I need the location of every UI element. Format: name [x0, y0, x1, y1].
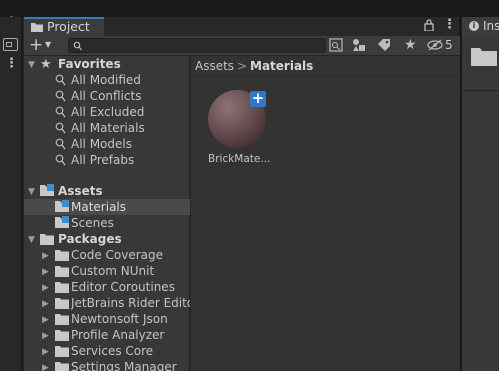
expand-arrow-icon[interactable]: ▶	[42, 363, 49, 371]
package-item[interactable]: Settings Manager	[71, 360, 177, 371]
breadcrumb-separator: >	[237, 59, 248, 73]
add-plus-icon[interactable]: +	[250, 91, 266, 107]
package-item[interactable]: JetBrains Rider Editor	[71, 296, 190, 310]
hidden-packages-icon[interactable]	[427, 39, 443, 51]
favorites-header[interactable]: Favorites	[58, 57, 121, 71]
folder-icon	[55, 265, 69, 280]
favorite-item[interactable]: All Prefabs	[71, 153, 134, 167]
favorites-expand-icon[interactable]: ▼	[28, 60, 35, 70]
assets-expand-icon[interactable]: ▼	[28, 187, 35, 197]
search-icon	[73, 40, 82, 51]
expand-arrow-icon[interactable]: ▶	[42, 267, 49, 277]
folder-icon	[55, 297, 69, 312]
tab-bar	[104, 17, 459, 36]
asset-label[interactable]: BrickMate...	[208, 153, 270, 165]
favorite-item[interactable]: All Conflicts	[71, 89, 141, 103]
package-item[interactable]: Newtonsoft Json	[71, 312, 168, 326]
packages-header[interactable]: Packages	[58, 232, 122, 246]
favorite-item[interactable]: All Excluded	[71, 105, 144, 119]
inspector-folder-icon	[471, 46, 497, 66]
folder-icon	[55, 329, 69, 344]
package-item[interactable]: Services Core	[71, 344, 153, 358]
search-by-window-icon[interactable]	[329, 38, 343, 52]
hidden-count: 5	[445, 38, 453, 52]
search-icon	[55, 74, 66, 89]
folder-icon	[31, 21, 43, 32]
panel-menu-icon[interactable]: ⋮	[443, 18, 456, 31]
folder-icon	[55, 345, 69, 360]
folder-icon	[55, 249, 69, 264]
filter-by-type-icon[interactable]	[352, 38, 366, 52]
info-icon: i	[469, 21, 479, 31]
expand-arrow-icon[interactable]: ▶	[42, 347, 49, 357]
filter-by-label-icon[interactable]	[377, 38, 391, 52]
create-dropdown-icon[interactable]: ▼	[45, 40, 51, 49]
folder-icon	[55, 313, 69, 328]
packages-expand-icon[interactable]: ▼	[28, 235, 35, 245]
top-strip	[0, 0, 499, 17]
assets-header[interactable]: Assets	[58, 184, 103, 198]
favorite-item[interactable]: All Modified	[71, 73, 141, 87]
folder-icon	[55, 361, 69, 371]
star-icon: ★	[40, 57, 52, 72]
window-icon[interactable]	[3, 38, 18, 51]
packages-folder-icon	[40, 233, 54, 248]
materials-folder-icon	[55, 200, 69, 215]
expand-arrow-icon[interactable]: ▶	[42, 251, 49, 261]
favorite-item[interactable]: All Models	[71, 137, 132, 151]
package-item[interactable]: Profile Analyzer	[71, 328, 164, 342]
breadcrumb-materials[interactable]: Materials	[250, 59, 313, 73]
search-input[interactable]	[68, 38, 326, 53]
breadcrumb-assets[interactable]: Assets	[195, 59, 234, 73]
inspector-divider	[462, 90, 499, 91]
expand-arrow-icon[interactable]: ▶	[42, 315, 49, 325]
lock-icon[interactable]	[424, 19, 434, 32]
favorite-star-icon[interactable]: ★	[404, 37, 417, 53]
package-item[interactable]: Custom NUnit	[71, 264, 154, 278]
package-item[interactable]: Editor Coroutines	[71, 280, 175, 294]
search-icon	[55, 138, 66, 153]
create-plus-icon[interactable]: +	[29, 36, 43, 54]
search-icon	[55, 90, 66, 105]
package-item[interactable]: Code Coverage	[71, 248, 163, 262]
favorite-item[interactable]: All Materials	[71, 121, 145, 135]
scenes-folder-icon	[55, 216, 69, 231]
context-menu-icon[interactable]: ⋮	[5, 57, 18, 70]
search-icon	[55, 122, 66, 137]
expand-arrow-icon[interactable]: ▶	[42, 283, 49, 293]
inspector-panel	[462, 17, 499, 371]
tab-inspector-label: Ins	[483, 19, 499, 33]
search-icon	[55, 106, 66, 121]
search-icon	[55, 154, 66, 169]
folder-icon	[55, 281, 69, 296]
assets-folder-icon	[40, 184, 54, 199]
expand-arrow-icon[interactable]: ▶	[42, 299, 49, 309]
tree-item-materials[interactable]: Materials	[71, 200, 126, 214]
tab-project-label: Project	[47, 19, 90, 34]
expand-arrow-icon[interactable]: ▶	[42, 331, 49, 341]
tree-item-scenes[interactable]: Scenes	[71, 216, 114, 230]
